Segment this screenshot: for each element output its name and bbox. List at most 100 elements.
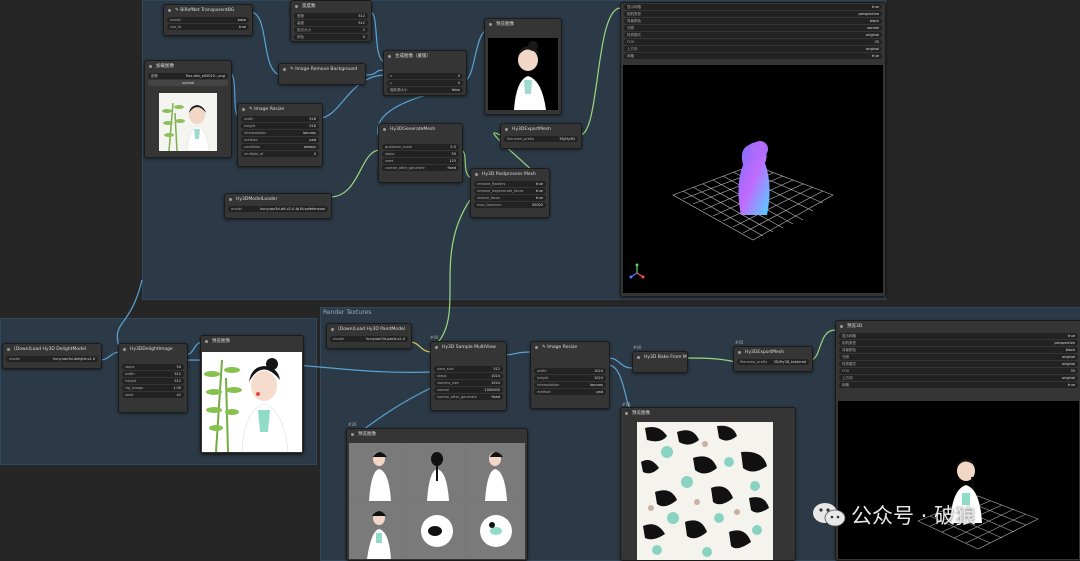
model-select[interactable]: model hunyuan3d-delight-v2-0 <box>6 356 98 362</box>
image-resize-node[interactable]: ✎ Image Resize width 518 height 518 interp… <box>237 103 323 167</box>
wire <box>116 279 143 351</box>
model-select[interactable]: model hunyuan3d-dit-v2-0-fp16.safetensors <box>228 206 328 212</box>
widget[interactable]: width 1024 <box>534 368 606 374</box>
image-select[interactable]: 图像 flux-dev_e00025...png <box>148 73 228 79</box>
node-title: 合成图像（蒙版） <box>384 51 466 62</box>
widget[interactable]: 相机类型 perspective <box>839 340 1078 346</box>
paint-model-node[interactable]: (Down)Load Hy3D PaintModel model hunyuan3… <box>326 323 412 349</box>
hy3d-generate-mesh-node[interactable]: Hy3DGenerateMesh guidance_scale 5.5 steps… <box>378 123 463 183</box>
wire <box>329 149 381 198</box>
load-image-node[interactable]: 加载图像 图像 flux-dev_e00025...png upload <box>144 60 232 158</box>
filename-prefix-widget[interactable]: filename_prefix 3D/Hy3D_textured <box>737 359 809 365</box>
widget[interactable]: 颜色 0 <box>294 34 368 40</box>
widget[interactable]: steps 1024 <box>434 373 503 379</box>
sample-multiview-node[interactable]: Hy3D Sample MultiView view_size 512 steps… <box>430 341 507 411</box>
export-mesh-node-2[interactable]: Hy3DExportMesh filename_prefix 3D/Hy3D_te… <box>733 346 813 372</box>
multiview-preview-node[interactable]: 预览图像 <box>346 428 528 561</box>
node-title: 预览图像 <box>485 19 561 30</box>
widget[interactable]: cfg_image 1.00 <box>122 385 184 391</box>
widget[interactable]: max_facenum 50000 <box>474 202 546 208</box>
widget[interactable]: 宽度 512 <box>294 13 368 19</box>
wechat-icon <box>813 503 846 527</box>
widget[interactable]: height 1024 <box>534 375 606 381</box>
node-id-badge: #40 <box>430 335 439 340</box>
texture-preview-node[interactable]: 预览图像 <box>620 407 796 561</box>
widget[interactable]: method pad <box>534 389 606 395</box>
widget[interactable]: 显示网格 true <box>839 333 1078 339</box>
widget[interactable]: 相机类型 perspective <box>624 11 882 17</box>
widget[interactable]: interpolation lanczos <box>241 130 319 136</box>
composite-mask-node[interactable]: 合成图像（蒙版） x0 y0 缩放源大小 false <box>383 50 467 96</box>
multiview-grid-image <box>349 443 525 559</box>
widget[interactable]: height 512 <box>122 378 184 384</box>
widget[interactable]: remove_degenerate_faces true <box>474 188 546 194</box>
widget[interactable]: guidance_scale 5.5 <box>382 144 459 150</box>
widget[interactable]: reduce_faces true <box>474 195 546 201</box>
delight-model-node[interactable]: (Down)Load Hy3D DelightModel model hunyua… <box>2 343 102 369</box>
birefnet-node[interactable]: ✎ BiRefNet TransparentBG model base use_f… <box>163 4 253 36</box>
wire <box>579 7 621 136</box>
widget[interactable]: FOV 35 <box>839 368 1078 374</box>
widget[interactable]: 上方向 original <box>624 46 882 52</box>
3d-viewport[interactable] <box>623 65 883 293</box>
preview-image-node[interactable]: 预览图像 <box>484 18 562 115</box>
widget[interactable]: 背景颜色 black <box>839 347 1078 353</box>
widget[interactable]: control_after_generate fixed <box>434 394 503 400</box>
widget[interactable]: 光照 normal <box>624 25 882 31</box>
filename-prefix-widget[interactable]: filename_prefix 3D/Hy3D <box>504 136 578 142</box>
node-title: Hy3DExportMesh <box>501 124 581 135</box>
hy3d-model-loader-node[interactable]: Hy3DModelLoader model hunyuan3d-dit-v2-0-… <box>224 193 332 219</box>
widget[interactable]: 网格 true <box>624 53 882 59</box>
widget[interactable]: multiple_of 0 <box>241 151 319 157</box>
widget[interactable]: seed 42 <box>122 392 184 398</box>
widget[interactable]: interpolation lanczos <box>534 382 606 388</box>
wire <box>99 351 121 361</box>
node-title: 预览图像 <box>347 429 527 440</box>
widget[interactable]: seed 123 <box>382 158 459 164</box>
widget[interactable]: control_after_generate fixed <box>382 165 459 171</box>
widget[interactable]: 材质模式 original <box>624 32 882 38</box>
widget[interactable]: steps 50 <box>382 151 459 157</box>
widget[interactable]: 高度 512 <box>294 20 368 26</box>
widget[interactable]: method pad <box>241 137 319 143</box>
3d-viewport-textured[interactable] <box>838 401 1079 559</box>
wire <box>607 357 633 369</box>
image-resize-node-2[interactable]: ✎ Image Resize width 1024 height 1024 inte… <box>530 341 610 409</box>
widget[interactable]: width 518 <box>241 116 319 122</box>
widget[interactable]: 材质模式 original <box>839 361 1078 367</box>
widget[interactable]: steps 50 <box>122 364 184 370</box>
hy3d-postprocess-node[interactable]: Hy3D Postprocess Mesh remove_floaters tru… <box>470 168 550 218</box>
watermark: 公众号 · 破狼 <box>812 500 976 530</box>
use-fp-widget[interactable]: use_fp true <box>167 24 249 30</box>
model-widget[interactable]: model base <box>167 17 249 23</box>
preview-3d-node[interactable]: 显示网格 true 相机类型 perspective 背景颜色 black 光照 nor… <box>620 2 886 297</box>
widget[interactable]: width 512 <box>122 371 184 377</box>
widget[interactable]: 背景颜色 black <box>624 18 882 24</box>
widget[interactable]: control 1000000 <box>434 387 503 393</box>
widget[interactable]: height 518 <box>241 123 319 129</box>
widget[interactable]: remove_floaters true <box>474 181 546 187</box>
bake-from-multiview-node[interactable]: Hy3D Bake From Multiview <box>632 351 688 373</box>
widget[interactable]: 光照 original <box>839 354 1078 360</box>
remove-background-node[interactable]: ✎ Image Remove Background <box>278 63 366 85</box>
preview-image-node-2[interactable]: 预览图像 <box>200 335 304 454</box>
widget[interactable]: 批次大小 1 <box>294 27 368 33</box>
empty-image-node[interactable]: 宽度数 宽度 512 高度 512 批次大小 1 颜色 0 <box>290 0 372 42</box>
model-select[interactable]: model hunyuan3d-paint-v2-0 <box>330 336 408 342</box>
widget[interactable]: x0 <box>387 73 463 79</box>
widget[interactable]: y0 <box>387 80 463 86</box>
upload-button[interactable]: upload <box>148 80 228 86</box>
node-title: 预览图像 <box>621 408 795 419</box>
widget[interactable]: view_size 512 <box>434 366 503 372</box>
widget[interactable]: FOV 35 <box>624 39 882 45</box>
wire <box>429 199 471 351</box>
hy3d-export-mesh-node[interactable]: Hy3DExportMesh filename_prefix 3D/Hy3D <box>500 123 582 149</box>
widget[interactable]: condition always <box>241 144 319 150</box>
widget[interactable]: 缩放源大小 false <box>387 87 463 93</box>
widget[interactable]: 网格 true <box>839 382 1078 388</box>
delight-image-node[interactable]: Hy3DDelightImage steps 50 width 512 height… <box>118 343 188 413</box>
widget[interactable]: 上方向 original <box>839 375 1078 381</box>
wire <box>249 11 281 76</box>
widget[interactable]: camera_size 1024 <box>434 380 503 386</box>
widget[interactable]: 显示网格 true <box>624 4 882 10</box>
